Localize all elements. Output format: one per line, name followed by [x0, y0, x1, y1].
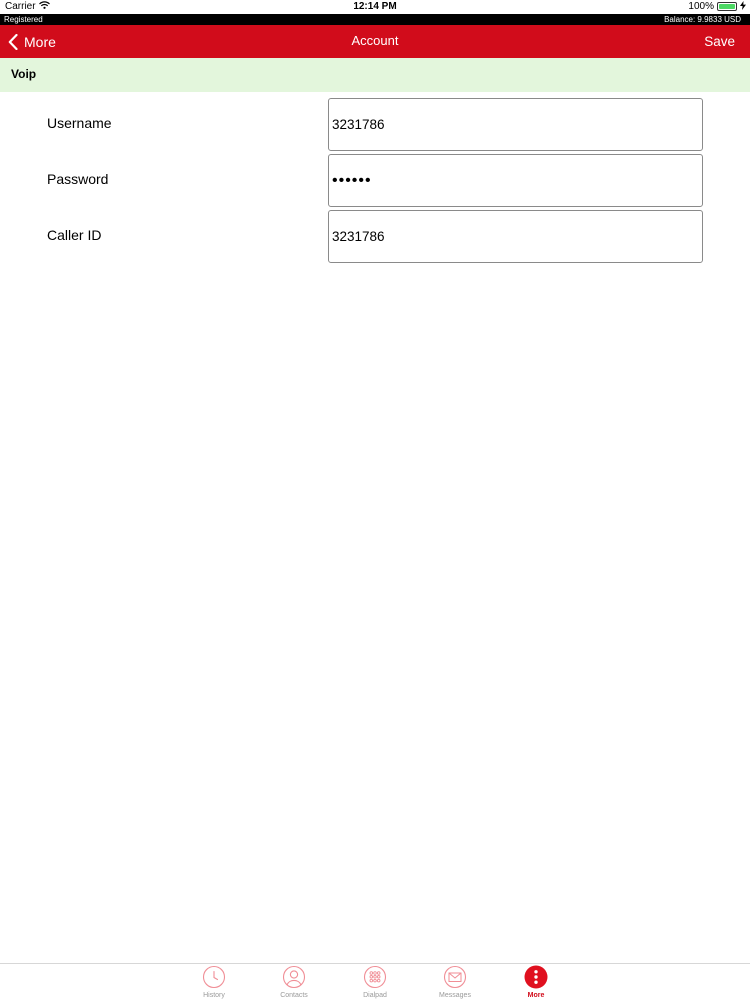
password-input[interactable] [328, 154, 703, 207]
tab-history-label: History [203, 992, 225, 999]
battery-icon [717, 2, 737, 11]
registration-status: Registered [4, 15, 43, 24]
battery-percent: 100% [688, 1, 714, 12]
tab-messages-label: Messages [439, 992, 471, 999]
status-right: 100% [688, 1, 746, 12]
password-row: Password [0, 154, 750, 207]
dialpad-icon [363, 965, 387, 989]
tab-contacts-label: Contacts [280, 992, 308, 999]
username-label: Username [47, 115, 112, 131]
tab-dialpad[interactable]: Dialpad [350, 965, 400, 1000]
tab-messages[interactable]: Messages [430, 965, 480, 1000]
registration-bar: Registered Balance: 9.9833 USD [0, 14, 750, 25]
section-title: Voip [11, 67, 37, 81]
more-icon [524, 965, 548, 989]
tab-dialpad-label: Dialpad [363, 992, 387, 999]
tab-more[interactable]: More [511, 965, 561, 1000]
caller-id-input[interactable] [328, 210, 703, 263]
tab-history[interactable]: History [189, 965, 239, 1000]
person-icon [282, 965, 306, 989]
envelope-icon [443, 965, 467, 989]
save-button[interactable]: Save [704, 25, 735, 58]
chevron-left-icon [8, 33, 18, 50]
tab-bar: History Contacts Dialpad Messages More [0, 963, 750, 1000]
username-input[interactable] [328, 98, 703, 151]
caller-id-label: Caller ID [47, 227, 102, 243]
status-time: 12:14 PM [353, 1, 397, 12]
back-button[interactable]: More [8, 25, 56, 58]
tab-more-label: More [527, 992, 545, 999]
battery-fill [719, 4, 735, 9]
caller-id-row: Caller ID [0, 210, 750, 263]
navigation-bar: More Account Save [0, 25, 750, 58]
charging-icon [740, 1, 746, 12]
page-title: Account [351, 33, 399, 48]
balance-text: Balance: 9.9833 USD [664, 15, 741, 24]
tab-contacts[interactable]: Contacts [269, 965, 319, 1000]
status-bar: Carrier 12:14 PM 100% [0, 0, 750, 14]
password-label: Password [47, 171, 109, 187]
section-header-voip: Voip [0, 58, 750, 92]
clock-icon [202, 965, 226, 989]
username-row: Username [0, 98, 750, 151]
back-button-label: More [24, 33, 56, 50]
